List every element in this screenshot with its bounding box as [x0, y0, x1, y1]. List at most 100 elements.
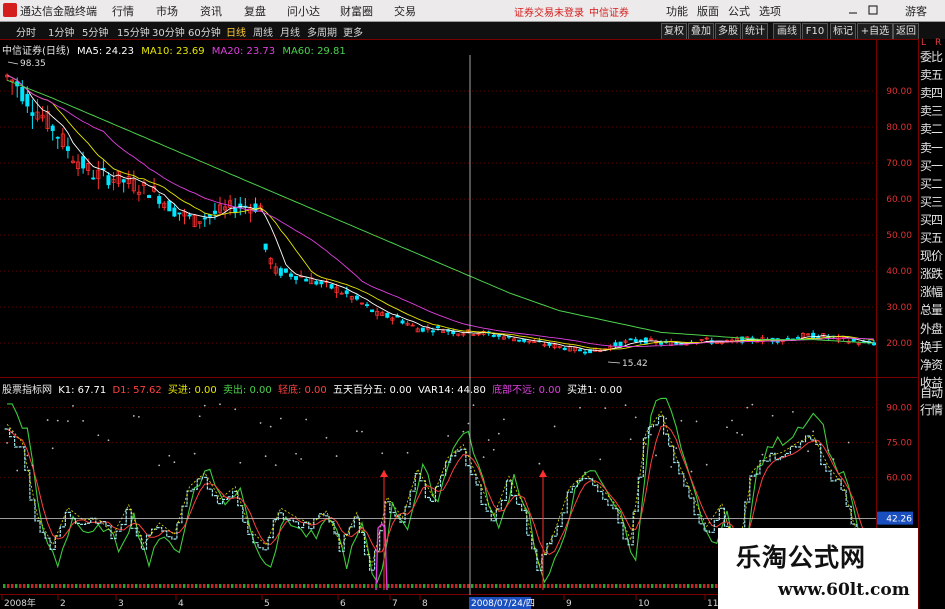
signal-strip-tick [383, 584, 386, 588]
candle-down [344, 290, 349, 294]
price-tick-label: 20.00 [886, 339, 912, 349]
signal-strip-tick [543, 584, 546, 588]
signal-strip-tick [275, 584, 278, 588]
date-label: 3 [118, 599, 124, 609]
signal-strip-tick [19, 584, 22, 588]
signal-strip-tick [219, 584, 222, 588]
ind-dot [812, 430, 815, 433]
side-label[interactable]: 卖三 [920, 102, 945, 119]
side-label[interactable]: 卖一 [920, 139, 945, 156]
signal-strip-tick [195, 584, 198, 588]
ind-dot [579, 406, 581, 409]
candle-down [294, 276, 299, 280]
signal-strip-tick [79, 584, 82, 588]
candle-down [370, 309, 375, 313]
signal-strip-tick [495, 584, 498, 588]
signal-strip-tick [179, 584, 182, 588]
side-label[interactable]: 买二 [920, 175, 945, 192]
side-label[interactable]: 换手 [920, 338, 945, 355]
candle-down [577, 349, 582, 352]
low-price-pointer [607, 361, 621, 364]
side-label[interactable]: 现价 [920, 247, 945, 264]
signal-strip-tick [651, 584, 654, 588]
side-tag-l[interactable]: L [921, 38, 926, 48]
signal-strip-tick [363, 584, 366, 588]
signal-strip-tick [507, 584, 510, 588]
side-tag-r[interactable]: R [935, 38, 941, 48]
price-tick-label: 40.00 [886, 267, 912, 277]
candle-down [157, 196, 162, 204]
signal-strip-tick [291, 584, 294, 588]
d-label: D1: 57.62 [112, 385, 162, 396]
candle-down [354, 295, 359, 300]
candle-down [420, 327, 425, 332]
signal-strip-tick [595, 584, 598, 588]
signal-strip-tick [183, 584, 186, 588]
side-auto[interactable]: 自动 [920, 384, 945, 401]
signal-strip-tick [283, 584, 286, 588]
signal-strip-tick [215, 584, 218, 588]
side-label[interactable]: 买三 [920, 193, 945, 210]
side-label[interactable]: 卖二 [920, 120, 945, 137]
signal-strip-tick [143, 584, 146, 588]
stock-title[interactable]: 中信证券(日线) [2, 46, 70, 57]
signal-strip-tick [603, 584, 606, 588]
side-label[interactable]: 卖四 [920, 84, 945, 101]
side-label[interactable]: 涨跌 [920, 265, 945, 282]
signal-strip-tick [411, 584, 414, 588]
ind-dot [492, 448, 495, 451]
side-label[interactable]: 卖五 [920, 66, 945, 83]
signal-strip-tick [251, 584, 254, 588]
side-label[interactable]: 净资 [920, 356, 945, 373]
candle-down [81, 156, 86, 169]
ind-dot [791, 410, 794, 413]
ind-dot [26, 454, 29, 457]
buy-arrow-icon [380, 470, 388, 477]
signal-strip-tick [131, 584, 134, 588]
signal-strip-tick [211, 584, 214, 588]
signal-strip-tick [51, 584, 54, 588]
signal-strip-tick [471, 584, 474, 588]
ind-dot [761, 453, 764, 456]
ind-dot [203, 404, 206, 407]
sell-label: 卖出: 0.00 [222, 385, 272, 396]
side-label[interactable]: 外盘 [920, 320, 945, 337]
price-tick-label: 70.00 [886, 159, 912, 169]
candle-down [212, 210, 217, 214]
side-label[interactable]: 买一 [920, 157, 945, 174]
side-label[interactable]: 委比 [920, 48, 945, 65]
ind-tick-label: 90.00 [886, 404, 912, 414]
signal-strip-tick [231, 584, 234, 588]
candle-down [177, 212, 182, 215]
candle-down [167, 200, 172, 212]
side-label[interactable]: 买五 [920, 229, 945, 246]
candle-down [106, 175, 111, 186]
date-label: 2 [60, 599, 66, 609]
signal-strip-tick [359, 584, 362, 588]
signal-strip-tick [91, 584, 94, 588]
buy-arrow-icon [539, 470, 547, 477]
ind-dot [690, 470, 693, 473]
signal-strip-tick [391, 584, 394, 588]
candle-down [522, 338, 527, 342]
ind-dot [361, 430, 363, 433]
side-quote[interactable]: 行情 [920, 401, 945, 418]
indicator-name[interactable]: 股票指标网 [2, 385, 52, 396]
side-label[interactable]: 总量 [920, 301, 945, 318]
ind-dot [670, 465, 673, 468]
ind-dot [705, 463, 708, 466]
signal-strip-tick [159, 584, 162, 588]
signal-strip-tick [659, 584, 662, 588]
candle-down [91, 177, 96, 180]
signal-strip-tick [151, 584, 154, 588]
ind-dot [137, 415, 140, 418]
signal-strip-tick [655, 584, 658, 588]
side-label[interactable]: 涨幅 [920, 283, 945, 300]
signal-strip-tick [347, 584, 350, 588]
kline-chart[interactable]: 98.35 15.42 90.00 80.00 70.00 60.00 50.00 40.00… [0, 0, 918, 609]
ind-dot [644, 443, 647, 445]
signal-strip-tick [547, 584, 550, 588]
date-label: 9 [566, 599, 572, 609]
side-label[interactable]: 买四 [920, 211, 945, 228]
watermark-title: 乐淘公式网 [736, 543, 867, 572]
